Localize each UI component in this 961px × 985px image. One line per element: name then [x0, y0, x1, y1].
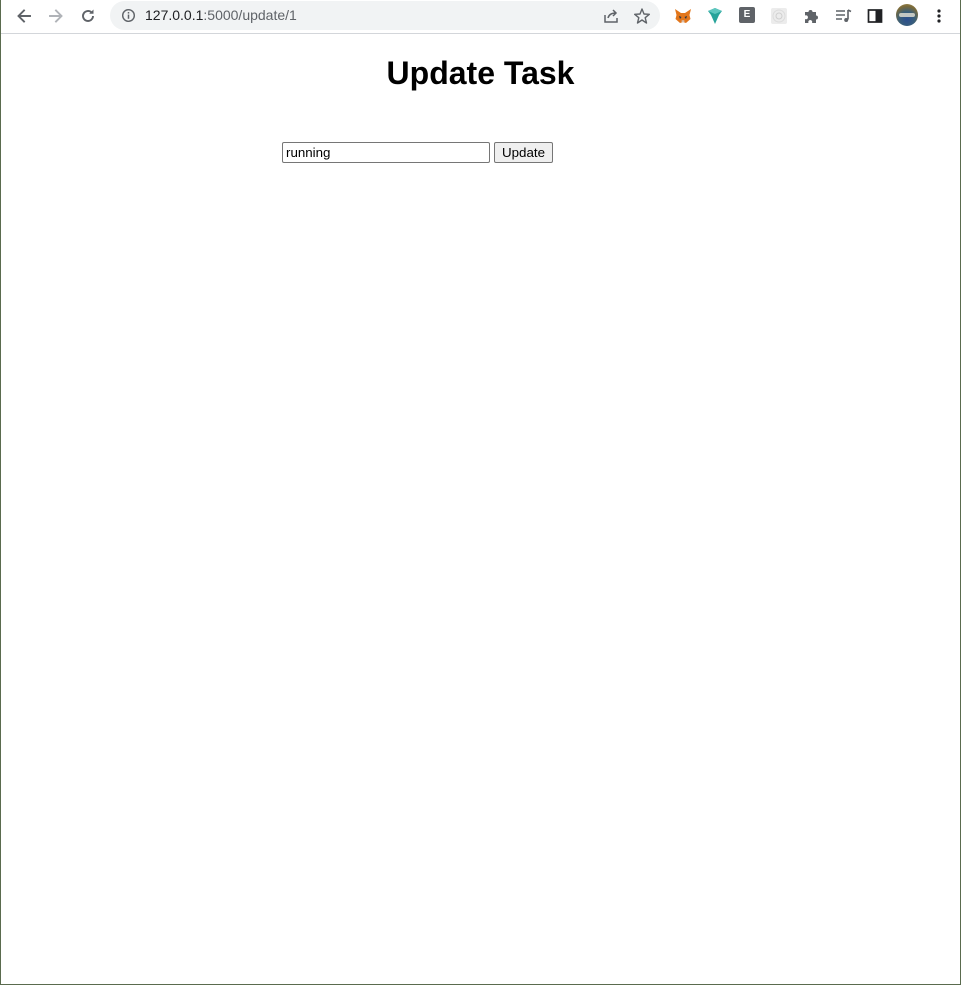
- arrow-left-icon: [17, 9, 31, 23]
- star-icon[interactable]: [633, 7, 651, 25]
- url-text[interactable]: 127.0.0.1:5000/update/1: [145, 7, 297, 24]
- arrow-right-icon: [49, 9, 63, 23]
- e-extension-icon[interactable]: E: [739, 7, 755, 23]
- reload-icon: [82, 9, 94, 22]
- url-host: 127.0.0.1: [145, 7, 204, 23]
- reload-button[interactable]: [74, 3, 102, 29]
- share-icon[interactable]: [602, 7, 620, 25]
- media-queue-icon[interactable]: [833, 6, 853, 26]
- shield-extension-icon[interactable]: [705, 6, 725, 26]
- puzzle-icon[interactable]: [801, 6, 821, 26]
- side-panel-icon[interactable]: [865, 6, 885, 26]
- update-button[interactable]: Update: [494, 142, 553, 163]
- page-title: Update Task: [386, 55, 575, 91]
- kebab-menu-icon[interactable]: [929, 6, 949, 26]
- forward-button[interactable]: [42, 3, 70, 29]
- browser-window: 127.0.0.1:5000/update/1 E Update Task ru…: [0, 0, 961, 985]
- avatar[interactable]: [896, 4, 918, 26]
- grid-extension-icon[interactable]: [769, 6, 789, 26]
- address-bar[interactable]: 127.0.0.1:5000/update/1: [110, 1, 660, 30]
- info-icon[interactable]: [121, 8, 136, 23]
- back-button[interactable]: [10, 3, 38, 29]
- browser-toolbar: 127.0.0.1:5000/update/1 E: [1, 0, 960, 34]
- url-path: :5000/update/1: [203, 7, 297, 23]
- task-content-input[interactable]: [282, 142, 490, 163]
- fox-extension-icon[interactable]: [673, 6, 693, 26]
